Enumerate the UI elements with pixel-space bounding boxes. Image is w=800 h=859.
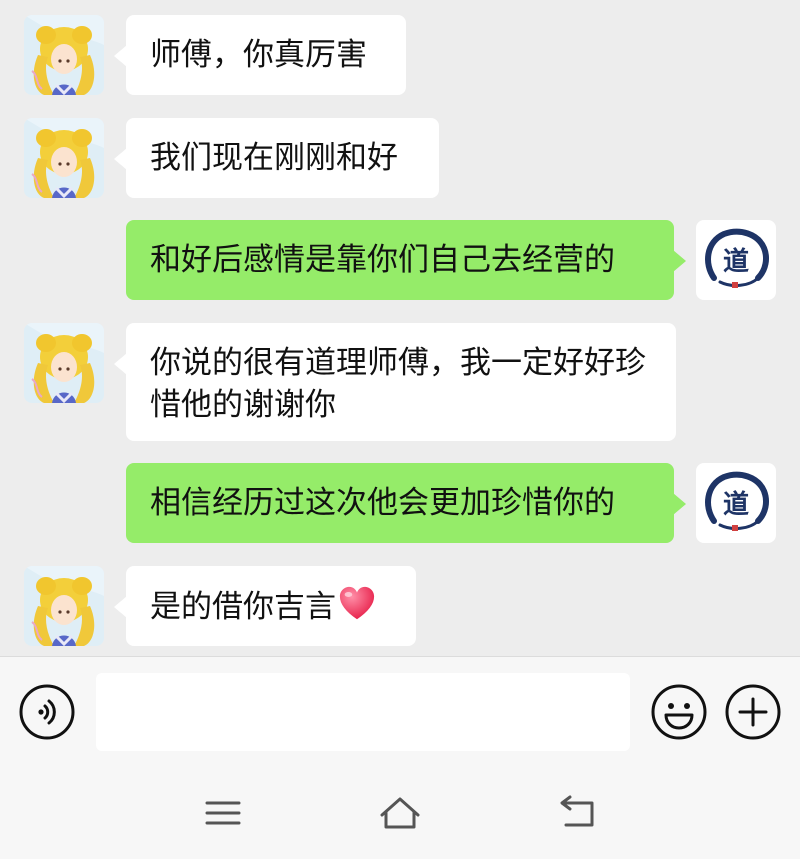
avatar[interactable] [24,118,104,198]
plus-icon[interactable] [724,683,782,741]
message-bubble[interactable]: 师傅，你真厉害 [114,15,406,95]
chat-area: 师傅，你真厉害 我们现在刚刚和好 和好后感情是靠你们自己去经营的 道 你说的很有… [0,0,800,656]
emoji-icon[interactable] [650,683,708,741]
heart-emoji-icon [339,586,375,620]
home-icon[interactable] [372,791,428,835]
avatar[interactable]: 道 [696,220,776,300]
message-text: 我们现在刚刚和好 [150,140,398,176]
input-bar [0,656,800,764]
message-bubble[interactable]: 和好后感情是靠你们自己去经营的 [126,220,686,300]
message-bubble[interactable]: 是的借你吉言 [114,566,416,646]
avatar[interactable] [24,566,104,646]
message-bubble[interactable]: 我们现在刚刚和好 [114,118,439,198]
back-icon[interactable] [550,791,606,835]
avatar-glyph: 道 [723,489,749,520]
message-text: 是的借你吉言 [150,589,336,625]
message-text: 你说的很有道理师傅，我一定好好珍惜他的谢谢你 [150,345,646,423]
avatar[interactable] [24,323,104,403]
message-text: 师傅，你真厉害 [150,37,367,73]
avatar-glyph: 道 [723,246,749,277]
message-bubble[interactable]: 相信经历过这次他会更加珍惜你的 [126,463,686,543]
message-bubble[interactable]: 你说的很有道理师傅，我一定好好珍惜他的谢谢你 [114,323,676,441]
message-input[interactable] [96,673,630,751]
avatar[interactable] [24,15,104,95]
message-text: 相信经历过这次他会更加珍惜你的 [150,485,615,521]
menu-icon[interactable] [195,791,251,835]
voice-icon[interactable] [18,683,76,741]
message-text: 和好后感情是靠你们自己去经营的 [150,242,615,278]
avatar[interactable]: 道 [696,463,776,543]
system-nav-bar [0,763,800,859]
